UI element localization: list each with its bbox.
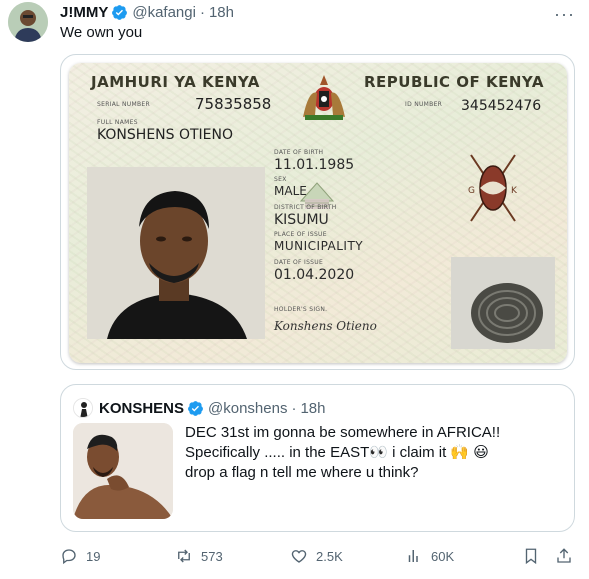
retweet-count: 573: [201, 548, 223, 564]
dob-label: DATE OF BIRTH: [274, 149, 324, 156]
quoted-tweet[interactable]: KONSHENS @konshens · 18h DEC 31st im gon…: [60, 384, 575, 532]
separator-dot: ·: [291, 399, 297, 417]
author-handle[interactable]: @kafangi: [132, 4, 196, 21]
quoted-text-line: Specifically ..... in the EAST👀 i claim …: [185, 444, 489, 461]
view-count: 60K: [431, 548, 455, 564]
id-number: 345452476: [461, 98, 542, 114]
tweet-text: We own you: [60, 24, 143, 41]
reply-icon: [62, 549, 76, 565]
share-button[interactable]: [555, 545, 573, 567]
serial-number-label: SERIAL NUMBER: [97, 101, 150, 108]
share-icon: [557, 548, 571, 563]
card-header-right: REPUBLIC OF KENYA: [364, 73, 544, 91]
sign-label: HOLDER'S SIGN.: [274, 306, 328, 313]
like-button[interactable]: 2.5K: [290, 545, 343, 567]
heart-icon: [291, 550, 307, 563]
full-names-label: FULL NAMES: [97, 119, 138, 126]
issue-date-label: DATE OF ISSUE: [274, 259, 324, 266]
shield-letter-g: G: [468, 186, 475, 196]
author-avatar[interactable]: [8, 2, 48, 42]
reply-count: 19: [86, 548, 101, 564]
quoted-time[interactable]: 18h: [300, 400, 325, 417]
kenya-id-card-image: JAMHURI YA KENYA REPUBLIC OF KENYA SERIA…: [69, 63, 567, 363]
tweet-time[interactable]: 18h: [209, 4, 234, 21]
bookmark-button[interactable]: [522, 545, 540, 567]
date-of-issue: 01.04.2020: [274, 267, 355, 283]
retweet-icon: [178, 549, 190, 563]
district-of-birth: KISUMU: [274, 212, 329, 228]
holder-signature: Konshens Otieno: [274, 319, 377, 333]
verified-badge-icon: [188, 400, 203, 416]
district-label: DISTRICT OF BIRTH: [274, 204, 337, 211]
place-of-issue: MUNICIPALITY: [274, 239, 364, 253]
quoted-display-name[interactable]: KONSHENS: [99, 400, 184, 417]
tweet-header: J!MMY @kafangi · 18h: [60, 2, 234, 22]
quoted-media-thumbnail[interactable]: [73, 423, 173, 519]
verified-badge-icon: [112, 4, 128, 20]
quoted-tweet-header: KONSHENS @konshens · 18h: [99, 398, 326, 418]
quoted-text-line: DEC 31st im gonna be somewhere in AFRICA…: [185, 424, 501, 441]
kenya-shield-icon: G K: [468, 154, 518, 222]
date-of-birth: 11.01.1985: [274, 157, 355, 173]
card-header-left: JAMHURI YA KENYA: [91, 73, 260, 91]
tweet: J!MMY @kafangi · 18h ··· We own you JAMH…: [0, 0, 589, 579]
place-label: PLACE OF ISSUE: [274, 231, 327, 238]
full-name: KONSHENS OTIENO: [97, 127, 234, 143]
shield-letter-k: K: [511, 186, 518, 196]
sex-label: SEX: [274, 176, 287, 183]
serial-number: 75835858: [195, 95, 272, 113]
coat-of-arms-icon: [303, 75, 345, 120]
author-display-name[interactable]: J!MMY: [60, 4, 108, 21]
retweet-button[interactable]: 573: [175, 545, 223, 567]
like-count: 2.5K: [316, 548, 343, 564]
thumbprint-image: [451, 257, 555, 349]
separator-dot: ·: [199, 3, 205, 21]
id-number-label: ID NUMBER: [405, 101, 443, 108]
analytics-icon: [408, 550, 418, 562]
quoted-tweet-text: DEC 31st im gonna be somewhere in AFRICA…: [185, 423, 565, 483]
holder-photo: [87, 167, 265, 339]
bookmark-icon: [525, 548, 537, 565]
tweet-action-bar: 19 573 2.5K 60K: [60, 545, 580, 567]
views-button[interactable]: 60K: [405, 545, 454, 567]
reply-button[interactable]: 19: [60, 545, 100, 567]
quoted-text-line: drop a flag n tell me where u think?: [185, 464, 419, 481]
quoted-author-avatar[interactable]: [73, 398, 93, 418]
quoted-handle[interactable]: @konshens: [208, 400, 287, 417]
more-options-icon[interactable]: ···: [554, 4, 575, 25]
tweet-media[interactable]: JAMHURI YA KENYA REPUBLIC OF KENYA SERIA…: [60, 54, 575, 370]
